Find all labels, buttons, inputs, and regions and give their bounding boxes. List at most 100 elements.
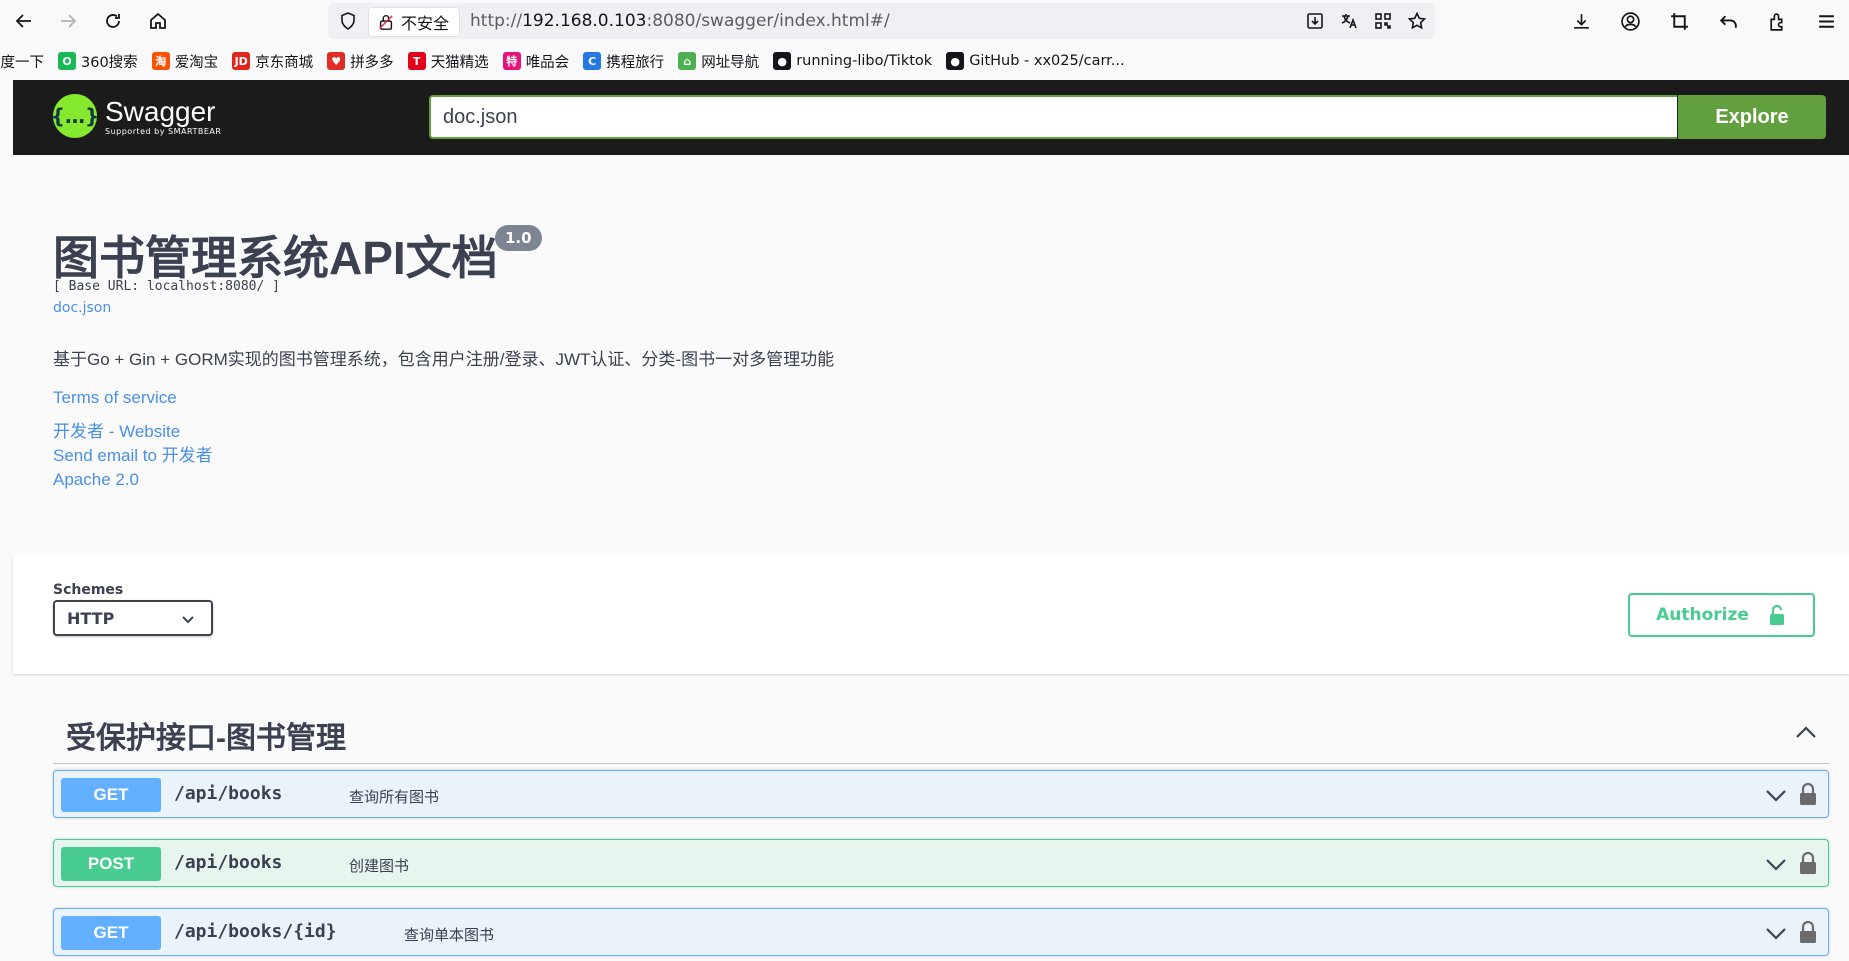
bookmarks-bar: 百度一下 O 360搜索淘爱淘宝 JD京东商城 ♥拼多多 T天猫精选特唯品会 C携程旅行 ⌂网… bbox=[0, 42, 1835, 80]
bookmark-item[interactable]: ⌂ 网址导航 bbox=[678, 51, 759, 72]
insecure-connection-badge[interactable]: 不安全 bbox=[368, 7, 461, 37]
url-text[interactable]: http://192.168.0.103:8080/swagger/index.… bbox=[470, 11, 890, 31]
bookmark-favicon-icon: 特 bbox=[502, 52, 521, 70]
chevron-up-icon[interactable] bbox=[1793, 720, 1819, 746]
url-bar[interactable]: 不安全 http://192.168.0.103:8080/swagger/in… bbox=[328, 3, 1435, 39]
bookmark-item[interactable]: ♥ 拼多多 bbox=[327, 51, 394, 72]
logo-title: Swagger bbox=[105, 95, 216, 127]
authorize-button[interactable]: Authorize bbox=[1628, 593, 1815, 637]
insecure-lock-icon bbox=[379, 15, 393, 30]
bookmark-item[interactable]: ● GitHub - xx025/carr... bbox=[946, 52, 1125, 70]
terms-of-service-link[interactable]: Terms of service bbox=[53, 388, 177, 408]
forward-icon[interactable] bbox=[56, 9, 80, 33]
bookmark-item[interactable]: ● running-libo/Tiktok bbox=[773, 52, 932, 70]
chevron-down-icon[interactable] bbox=[1764, 783, 1788, 807]
swagger-logo[interactable]: {…} Swagger Supported by SMARTBEAR bbox=[51, 94, 222, 138]
bookmark-label: 携程旅行 bbox=[606, 54, 665, 71]
operation-summary: 查询所有图书 bbox=[349, 788, 440, 806]
back-icon[interactable] bbox=[12, 9, 36, 33]
bookmark-item[interactable]: O 360搜索 bbox=[58, 51, 138, 72]
shield-icon[interactable] bbox=[338, 11, 358, 31]
insecure-label: 不安全 bbox=[401, 14, 450, 33]
tag-title: 受保护接口-图书管理 bbox=[66, 722, 346, 755]
bookmark-favicon-icon: O bbox=[58, 52, 76, 70]
bookmark-favicon-icon: T bbox=[407, 52, 426, 70]
bookmark-favicon-icon: JD bbox=[232, 52, 251, 70]
downloads-icon[interactable] bbox=[1568, 8, 1594, 34]
bookmark-item[interactable]: JD 京东商城 bbox=[232, 51, 313, 72]
operation-get[interactable]: GET/api/books/{id} 查询单本图书 bbox=[53, 908, 1829, 956]
chevron-down-icon[interactable] bbox=[1764, 852, 1788, 876]
scheme-container: Schemes HTTP Authorize bbox=[13, 555, 1849, 674]
bookmark-item[interactable]: 特唯品会 bbox=[502, 51, 570, 72]
lock-icon[interactable] bbox=[1798, 851, 1818, 875]
logo-subtitle: Supported by SMARTBEAR bbox=[105, 126, 222, 136]
bookmark-label: 拼多多 bbox=[350, 54, 394, 71]
bookmark-label: 360搜索 bbox=[81, 54, 138, 71]
bookmark-label: 爱淘宝 bbox=[174, 54, 219, 71]
spec-url-input[interactable] bbox=[429, 95, 1677, 139]
url-prefix: http:// bbox=[470, 11, 523, 31]
api-description: 基于Go + Gin + GORM实现的图书管理系统，包含用户注册/登录、JWT… bbox=[53, 350, 835, 369]
menu-icon[interactable] bbox=[1813, 8, 1839, 34]
tag-header[interactable]: 受保护接口-图书管理 bbox=[53, 705, 1829, 764]
bookmark-item[interactable]: 百度一下 bbox=[0, 51, 44, 72]
bookmark-item[interactable]: T 天猫精选 bbox=[407, 51, 489, 72]
bookmark-label: 网址导航 bbox=[701, 54, 760, 71]
bookmark-favicon-icon: 淘 bbox=[151, 52, 170, 70]
bookmark-label: 天猫精选 bbox=[430, 54, 489, 71]
bookmark-favicon-icon: ● bbox=[946, 52, 965, 70]
license-link[interactable]: Apache 2.0 bbox=[53, 470, 139, 490]
bookmark-star-icon[interactable] bbox=[1405, 9, 1429, 33]
explore-button[interactable]: Explore bbox=[1678, 95, 1826, 139]
operation-post[interactable]: POST/api/books 创建图书 bbox=[53, 839, 1829, 887]
http-method-badge: GET bbox=[61, 916, 161, 950]
bookmark-label: GitHub - xx025/carr... bbox=[969, 53, 1125, 69]
operation-summary: 查询单本图书 bbox=[404, 926, 495, 944]
schemes-label: Schemes bbox=[53, 582, 124, 598]
lock-icon[interactable] bbox=[1798, 920, 1818, 944]
base-url: [ Base URL: localhost:8080/ ] bbox=[53, 279, 280, 294]
extensions-icon[interactable] bbox=[1764, 8, 1790, 34]
bookmark-item[interactable]: 淘爱淘宝 bbox=[151, 51, 219, 72]
page-download-icon[interactable] bbox=[1303, 9, 1327, 33]
bookmark-favicon-icon: C bbox=[583, 52, 602, 70]
account-icon[interactable] bbox=[1617, 8, 1643, 34]
chevron-down-icon[interactable] bbox=[1764, 921, 1788, 945]
operation-get[interactable]: GET/api/books 查询所有图书 bbox=[53, 770, 1829, 818]
developer-website-link[interactable]: 开发者 - Website bbox=[53, 417, 180, 442]
browser-toolbar: 不安全 http://192.168.0.103:8080/swagger/in… bbox=[0, 0, 1849, 42]
version-badge: 1.0 bbox=[495, 225, 542, 251]
http-method-badge: GET bbox=[61, 778, 161, 812]
operation-summary: 创建图书 bbox=[349, 857, 410, 875]
screenshot-crop-icon[interactable] bbox=[1666, 8, 1692, 34]
http-method-badge: POST bbox=[61, 847, 161, 881]
schemes-select[interactable]: HTTP bbox=[53, 600, 213, 636]
url-host: 192.168.0.103 bbox=[522, 11, 647, 31]
lock-icon[interactable] bbox=[1798, 782, 1818, 806]
chevron-down-icon bbox=[182, 616, 194, 624]
bookmark-favicon-icon: ⌂ bbox=[678, 52, 697, 70]
bookmark-item[interactable]: C 携程旅行 bbox=[583, 51, 664, 72]
bookmark-label: running-libo/Tiktok bbox=[796, 53, 933, 69]
unlock-icon bbox=[1769, 604, 1784, 625]
doc-json-link[interactable]: doc.json bbox=[53, 300, 111, 316]
swagger-logo-icon: {…} bbox=[51, 94, 99, 138]
reload-icon[interactable] bbox=[101, 9, 125, 33]
schemes-selected-value: HTTP bbox=[67, 608, 115, 628]
operation-path: /api/books bbox=[174, 852, 283, 873]
bookmark-label: 唯品会 bbox=[525, 54, 570, 71]
home-icon[interactable] bbox=[146, 9, 170, 33]
qr-code-icon[interactable] bbox=[1371, 9, 1395, 33]
operation-path: /api/books/{id} bbox=[174, 921, 337, 942]
bookmark-label: 京东商城 bbox=[255, 54, 314, 71]
translate-icon[interactable] bbox=[1337, 9, 1361, 33]
developer-email-link[interactable]: Send email to 开发者 bbox=[53, 441, 213, 466]
undo-icon[interactable] bbox=[1715, 8, 1741, 34]
operation-path: /api/books bbox=[174, 783, 283, 804]
swagger-topbar: {…} Swagger Supported by SMARTBEAR Explo… bbox=[13, 80, 1849, 155]
bookmark-favicon-icon: ♥ bbox=[327, 52, 346, 70]
url-path: :8080/swagger/index.html#/ bbox=[646, 11, 890, 31]
bookmark-label: 百度一下 bbox=[0, 54, 44, 71]
bookmark-favicon-icon: ● bbox=[773, 52, 792, 70]
